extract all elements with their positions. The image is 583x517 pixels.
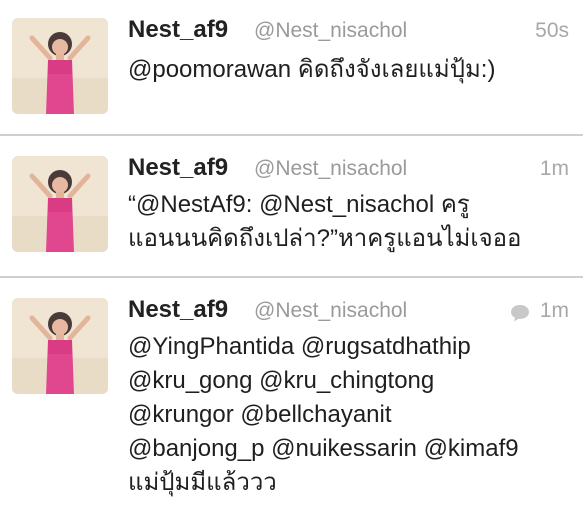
tweet-text-line: @krungor @bellchayanit [128,401,392,428]
display-name[interactable]: Nest_af9 [128,16,228,44]
display-name[interactable]: Nest_af9 [128,296,228,324]
tweet-timeline[interactable]: Nest_af9 @Nest_nisachol 50s @poomorawan … [0,0,583,517]
tweet-text: @poomorawan คิดถึงจังเลยแม่ปุ้ม:) [128,53,573,87]
tweet-text-line: @banjong_p @nuikessarin @kimaf9 [128,435,519,462]
user-handle[interactable]: @Nest_nisachol [254,19,407,43]
avatar-photo [12,18,108,114]
tweet-text-line: @poomorawan คิดถึงจังเลยแม่ปุ้ม:) [128,56,496,83]
user-handle[interactable]: @Nest_nisachol [254,299,407,323]
tweet-text: “@NestAf9: @Nest_nisachol ครู แอนนนคิดถึ… [128,188,573,256]
display-name[interactable]: Nest_af9 [128,154,228,182]
tweet-item[interactable]: Nest_af9 @Nest_nisachol 50s @poomorawan … [0,0,583,134]
tweet-text-line: “@NestAf9: @Nest_nisachol ครู [128,191,470,218]
avatar[interactable] [12,298,108,394]
avatar[interactable] [12,156,108,252]
timestamp: 50s [535,19,569,42]
tweet-item[interactable]: Nest_af9 @Nest_nisachol 1m “@NestAf9: @N… [0,136,583,276]
tweet-item[interactable]: Nest_af9 @Nest_nisachol 1m @YingPhantida… [0,278,583,517]
tweet-text-line: @kru_gong @kru_chingtong [128,367,435,394]
avatar-photo [12,298,108,394]
avatar-photo [12,156,108,252]
timestamp: 1m [539,157,569,180]
avatar[interactable] [12,18,108,114]
tweet-text-line: แอนนนคิดถึงเปล่า?”หาครูแอนไม่เจออ [128,225,522,252]
tweet-text: @YingPhantida @rugsatdhathip @kru_gong @… [128,330,573,500]
tweet-text-line: @YingPhantida @rugsatdhathip [128,333,471,360]
conversation-bubble-icon [511,305,529,322]
tweet-text-line: แม่ปุ้มมีแล้ววว [128,469,277,496]
timestamp: 1m [539,299,569,322]
user-handle[interactable]: @Nest_nisachol [254,157,407,181]
